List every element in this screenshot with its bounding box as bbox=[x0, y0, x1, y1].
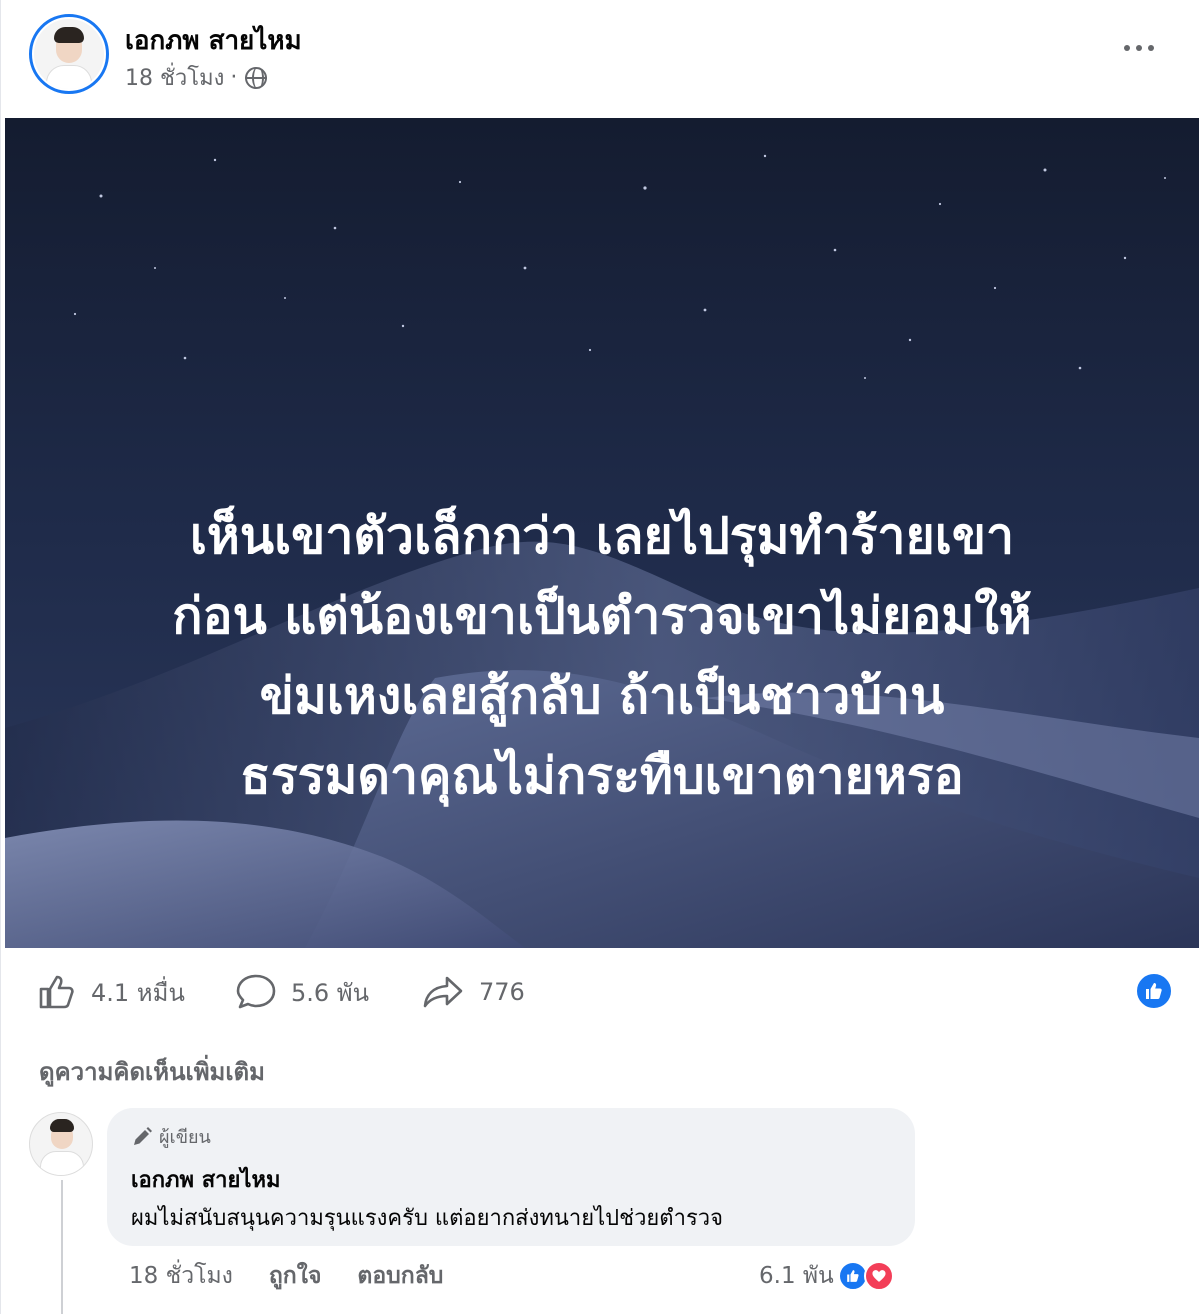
like-icon bbox=[39, 975, 74, 1009]
comment-avatar[interactable] bbox=[29, 1112, 93, 1176]
image-caption: เห็นเขาตัวเล็กกว่า เลยไปรุมทำร้ายเขา ก่อ… bbox=[45, 496, 1159, 816]
comment-count: 5.6 พัน bbox=[291, 978, 370, 1007]
author-badge-label: ผู้เขียน bbox=[159, 1127, 211, 1148]
thread-line bbox=[61, 1180, 63, 1314]
share-button[interactable]: 776 bbox=[421, 972, 525, 1012]
love-reaction-icon bbox=[863, 1261, 894, 1291]
avatar-photo bbox=[34, 19, 104, 89]
post-meta: 18 ชั่วโมง · bbox=[125, 60, 268, 95]
globe-icon bbox=[245, 66, 268, 89]
comment-reaction-count: 6.1 พัน bbox=[759, 1263, 834, 1289]
share-icon bbox=[423, 976, 463, 1008]
more-options-icon[interactable] bbox=[1117, 38, 1161, 58]
post-stats: 4.1 หมื่น 5.6 พัน 776 bbox=[1, 962, 1200, 1022]
comment-time[interactable]: 18 ชั่วโมง bbox=[129, 1258, 233, 1294]
meta-separator: · bbox=[230, 65, 238, 90]
comment-actions: 18 ชั่วโมง ถูกใจ ตอบกลับ bbox=[129, 1258, 443, 1294]
post-image[interactable]: เห็นเขาตัวเล็กกว่า เลยไปรุมทำร้ายเขา ก่อ… bbox=[5, 118, 1199, 948]
facebook-post: เอกภพ สายไหม 18 ชั่วโมง · เห็นเขาตัวเล็ก… bbox=[0, 0, 1200, 1314]
like-button[interactable]: 4.1 หมื่น bbox=[37, 972, 185, 1012]
comment-bubble: ผู้เขียน เอกภพ สายไหม ผมไม่สนับสนุนความร… bbox=[107, 1108, 915, 1246]
comment-reactions[interactable]: 6.1 พัน bbox=[759, 1258, 894, 1294]
comment-reply-button[interactable]: ตอบกลับ bbox=[357, 1258, 443, 1294]
caption-line: เห็นเขาตัวเล็กกว่า เลยไปรุมทำร้ายเขา bbox=[189, 507, 1015, 565]
author-avatar[interactable] bbox=[29, 14, 109, 94]
view-more-comments-link[interactable]: ดูความคิดเห็นเพิ่มเติม bbox=[39, 1052, 265, 1091]
comment-author-name[interactable]: เอกภพ สายไหม bbox=[131, 1162, 280, 1197]
comment-text: ผมไม่สนับสนุนความรุนแรงครับ แต่อยากส่งทน… bbox=[131, 1206, 724, 1231]
comment-button[interactable]: 5.6 พัน bbox=[235, 972, 369, 1012]
comment-icon bbox=[236, 974, 276, 1009]
thumb-icon bbox=[1146, 983, 1162, 999]
post-header: เอกภพ สายไหม 18 ชั่วโมง · bbox=[1, 0, 1200, 118]
caption-line: ข่มเหงเลยสู้กลับ ถ้าเป็นชาวบ้าน bbox=[259, 667, 945, 725]
caption-line: ก่อน แต่น้องเขาเป็นตำรวจเขาไม่ยอมให้ bbox=[172, 587, 1032, 645]
share-count: 776 bbox=[479, 978, 525, 1006]
comment-like-button[interactable]: ถูกใจ bbox=[269, 1258, 322, 1294]
author-badge: ผู้เขียน bbox=[131, 1122, 211, 1151]
author-name[interactable]: เอกภพ สายไหม bbox=[125, 20, 302, 61]
post-time[interactable]: 18 ชั่วโมง bbox=[125, 60, 224, 95]
pencil-icon bbox=[134, 1126, 152, 1145]
caption-line: ธรรมดาคุณไม่กระทืบเขาตายหรอ bbox=[240, 747, 964, 805]
like-count: 4.1 หมื่น bbox=[91, 978, 185, 1007]
reaction-summary-like-icon[interactable] bbox=[1135, 972, 1173, 1010]
